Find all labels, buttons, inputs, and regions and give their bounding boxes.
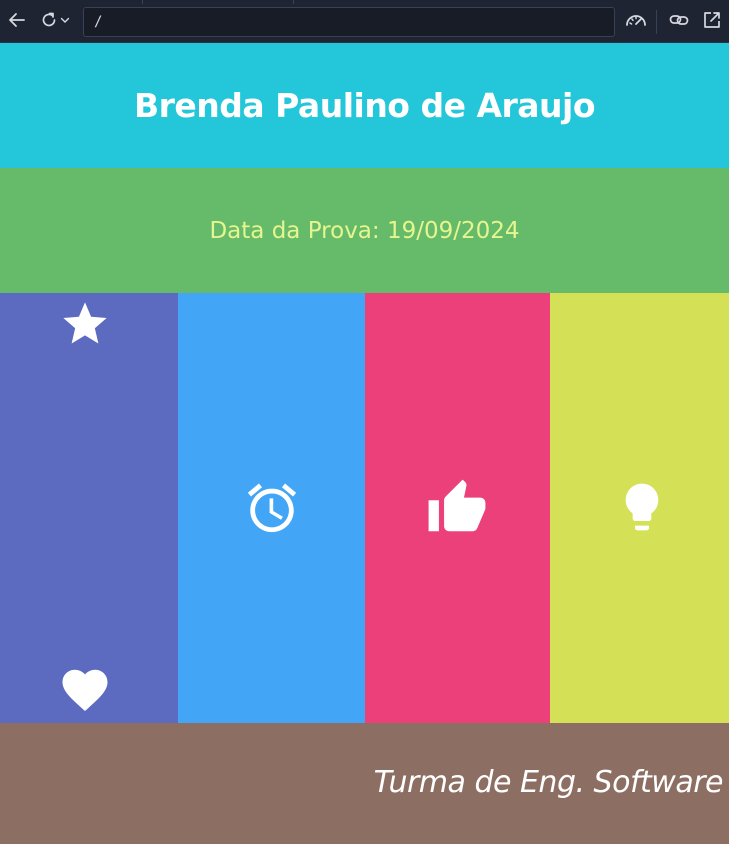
reload-menu-button[interactable] [58, 9, 72, 31]
chevron-down-icon [60, 17, 70, 23]
alarm-clock-icon [247, 483, 297, 533]
page-header: Brenda Paulino de Araujo [0, 43, 729, 168]
column-star-heart [0, 293, 178, 723]
copy-link-button[interactable] [668, 9, 690, 31]
star-icon [63, 302, 107, 344]
back-icon [9, 13, 25, 27]
active-tab-edge [142, 0, 294, 4]
address-bar[interactable]: / [83, 7, 615, 37]
page-footer: Turma de Eng. Software [0, 723, 729, 844]
open-external-icon [704, 12, 720, 28]
page-title: Brenda Paulino de Araujo [133, 86, 596, 125]
exam-date-band: Data da Prova: 19/09/2024 [0, 168, 729, 293]
lightbulb-icon [625, 483, 659, 531]
heart-icon [62, 669, 108, 712]
reload-button[interactable] [38, 9, 60, 31]
reload-icon [42, 12, 56, 27]
toolbar-divider [656, 10, 657, 34]
footer-text: Turma de Eng. Software [373, 765, 724, 800]
performance-button[interactable] [624, 9, 648, 31]
browser-toolbar: / [0, 0, 729, 43]
column-alarm [178, 293, 365, 723]
open-external-button[interactable] [701, 9, 723, 31]
exam-date-text: Data da Prova: 19/09/2024 [209, 217, 520, 244]
back-button[interactable] [6, 9, 28, 31]
dashboard-gauge-icon [626, 15, 646, 26]
column-lightbulb [550, 293, 729, 723]
thumbs-up-icon [428, 479, 486, 532]
link-icon [669, 15, 689, 25]
column-thumbs-up [365, 293, 550, 723]
